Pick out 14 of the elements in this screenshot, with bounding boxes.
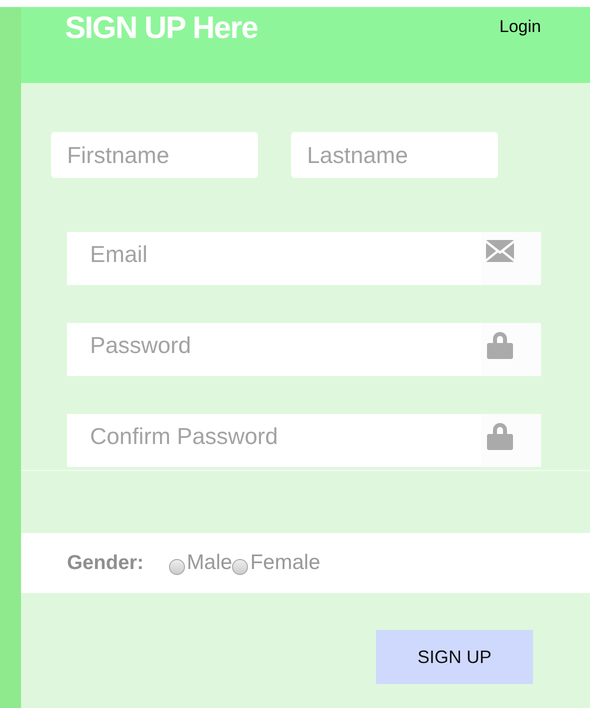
name-field[interactable]: Firstname: [51, 132, 258, 178]
input-field[interactable]: Confirm Password: [67, 414, 481, 467]
radio-button[interactable]: [232, 559, 248, 575]
gender-label: Gender:: [67, 552, 144, 574]
name-field[interactable]: Lastname: [291, 132, 498, 178]
login-link[interactable]: Login: [499, 17, 541, 37]
page-title: SIGN UP Here: [65, 10, 258, 46]
input-field[interactable]: Email: [67, 232, 481, 285]
envelope-icon: [486, 240, 514, 262]
radio-button[interactable]: [168, 559, 185, 575]
lock-icon: [487, 331, 513, 359]
lock-icon: [487, 422, 513, 450]
sign-up-button[interactable]: SIGN UP: [376, 630, 533, 684]
input-field[interactable]: Password: [67, 323, 481, 376]
